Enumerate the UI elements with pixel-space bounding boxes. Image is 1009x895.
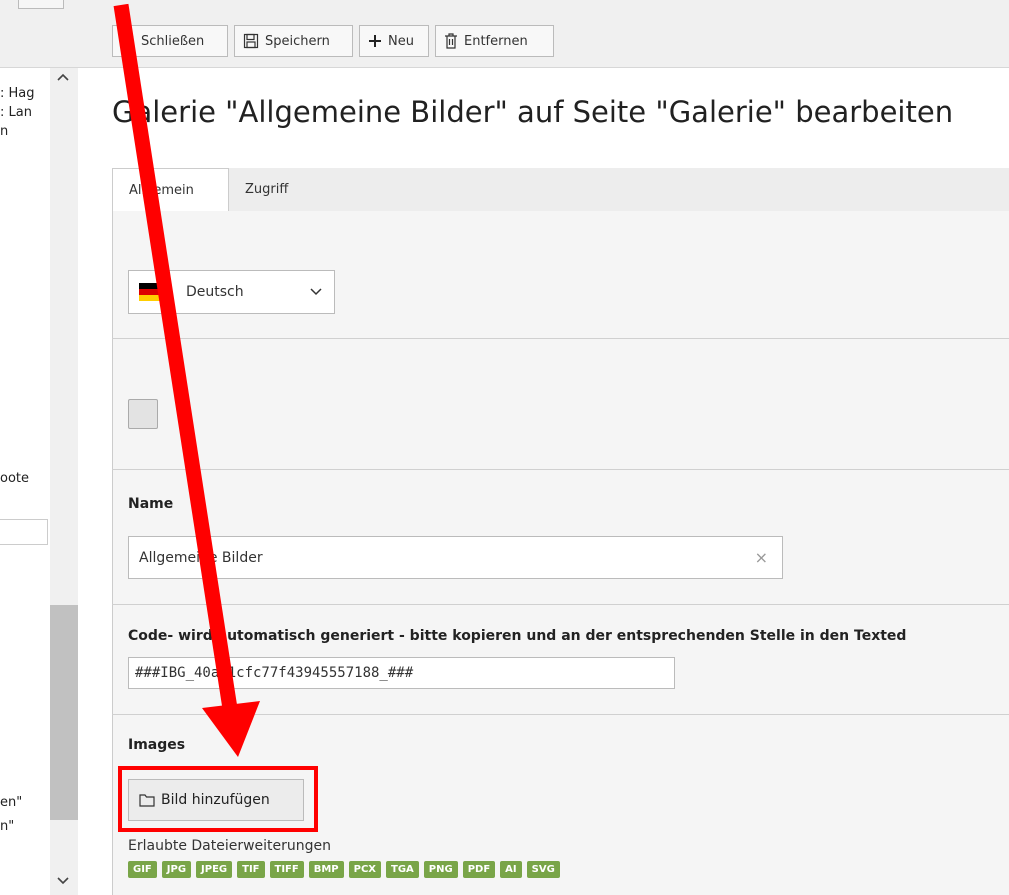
divider [112,604,1009,605]
name-input[interactable]: Allgemeine Bilder × [128,536,783,579]
tab-label: Allgemein [129,183,194,198]
tree-item[interactable]: : Hag [0,86,35,101]
german-flag-icon [139,283,161,301]
extension-badge: SVG [526,861,560,878]
scroll-up-icon[interactable] [56,72,70,82]
name-input-value: Allgemeine Bilder [139,549,263,566]
extension-badge: JPEG [196,861,233,878]
images-label: Images [128,737,186,753]
page-title: Galerie "Allgemeine Bilder" auf Seite "G… [112,95,954,129]
extension-badge: PCX [348,861,382,878]
tab-bar: Allgemein Zugriff [112,168,1009,212]
tree-item[interactable]: oote [0,471,29,486]
trash-icon [445,33,457,49]
code-label: Code- wird automatisch generiert - bitte… [128,628,907,644]
tree-item[interactable]: en" [0,795,22,810]
extension-badge: TIFF [269,861,304,878]
extension-badge: GIF [128,861,157,878]
tree-scrollbar-thumb[interactable] [50,605,78,820]
tree-item[interactable]: n [0,124,8,139]
close-button-label: Schließen [141,33,205,49]
extension-badge: PNG [423,861,458,878]
language-select-value: Deutsch [186,284,244,300]
delete-button-label: Entfernen [464,33,528,49]
toolbar-partial-button[interactable] [18,0,64,9]
divider [112,469,1009,470]
extension-badge: BMP [308,861,344,878]
scroll-down-icon[interactable] [56,876,70,886]
extension-badge: TGA [386,861,419,878]
allowed-extensions-label: Erlaubte Dateierweiterungen [128,838,332,854]
new-button-label: Neu [388,33,414,49]
save-button[interactable]: Speichern [234,25,353,57]
plus-icon [369,35,381,47]
tree-item[interactable]: : Lan [0,105,32,120]
close-button[interactable]: Schließen [112,25,228,57]
save-icon [243,33,259,49]
tab-allgemein[interactable]: Allgemein [112,168,229,212]
delete-button[interactable]: Entfernen [435,25,554,57]
divider [112,338,1009,339]
new-button[interactable]: Neu [359,25,429,57]
code-input[interactable]: ###IBG_40a21cfc77f43945557188_### [128,657,675,689]
close-icon [122,35,134,47]
save-button-label: Speichern [265,33,330,49]
extension-badge: AI [500,861,522,878]
code-input-value: ###IBG_40a21cfc77f43945557188_### [135,665,414,681]
chevron-down-icon [310,288,322,296]
extension-badge: TIF [237,861,265,878]
visibility-checkbox[interactable] [128,399,158,429]
highlight-box [118,766,318,832]
tree-item[interactable]: n" [0,819,14,834]
tab-label: Zugriff [245,182,289,197]
divider [112,714,1009,715]
extension-badge: JPG [161,861,192,878]
top-toolbar: Schließen Speichern Neu Entfernen [0,0,1009,68]
extension-badges: GIF JPG JPEG TIF TIFF BMP PCX TGA PNG PD… [128,861,560,878]
name-label: Name [128,496,174,512]
tab-zugriff[interactable]: Zugriff [229,168,304,211]
tree-filter-input[interactable] [0,519,48,545]
clear-icon[interactable]: × [755,548,768,567]
language-select[interactable]: Deutsch [128,270,335,314]
extension-badge: PDF [462,861,496,878]
